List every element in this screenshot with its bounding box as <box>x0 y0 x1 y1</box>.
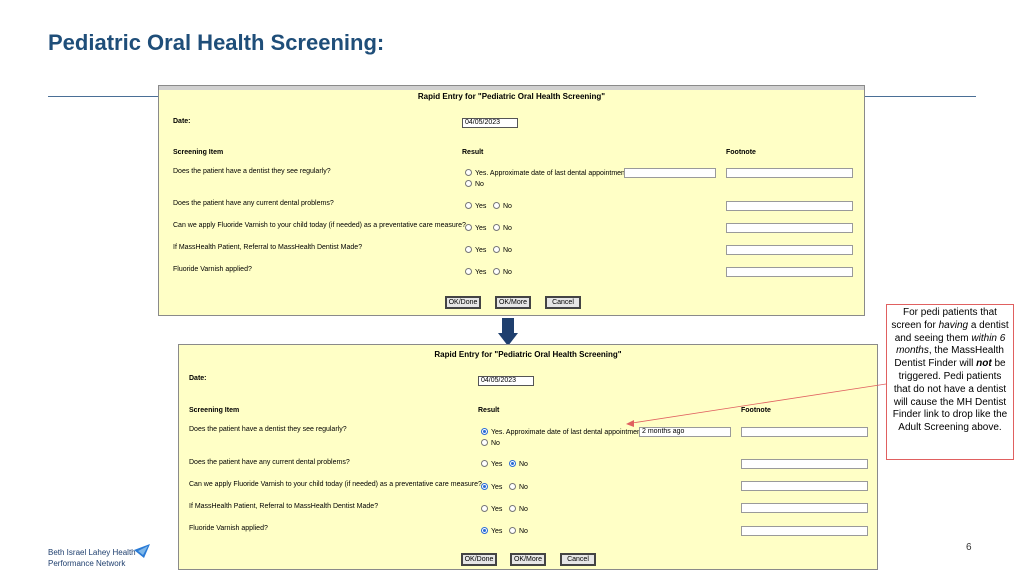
logo-line-1: Beth Israel Lahey Health <box>48 548 136 557</box>
logo-line-2: Performance Network <box>48 559 126 568</box>
page-number: 6 <box>966 542 972 553</box>
bilh-logo: Beth Israel Lahey Health Performance Net… <box>48 542 158 572</box>
callout-note: For pedi patients that screen for having… <box>886 304 1014 460</box>
callout-pointer-line <box>626 383 887 427</box>
bilh-logo-icon <box>134 544 150 558</box>
